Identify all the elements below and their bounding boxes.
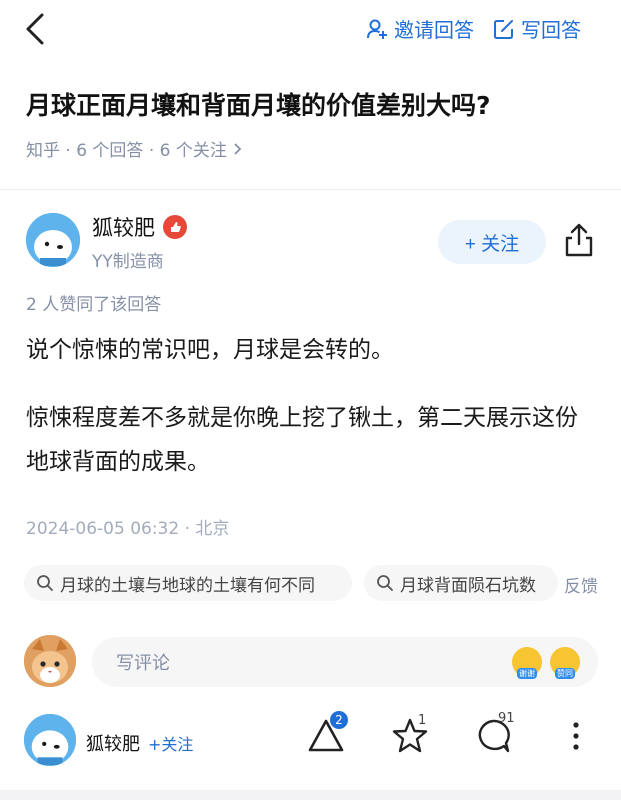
answer-paragraph: 说个惊悚的常识吧，月球是会转的。 <box>26 337 394 363</box>
write-answer-label: 写回答 <box>521 18 581 42</box>
back-arrow-icon[interactable] <box>22 12 48 46</box>
chip-label: 月球的土壤与地球的土壤有何不同 <box>60 575 315 596</box>
favorite-count: 1 <box>418 713 427 728</box>
related-search-chip[interactable]: 月球背面陨石坑数 <box>364 565 558 601</box>
upvote-count-badge: 2 <box>330 711 348 729</box>
related-search-chip[interactable]: 月球的土壤与地球的土壤有何不同 <box>24 565 352 601</box>
follow-button[interactable]: + 关注 <box>438 220 546 264</box>
likes-summary: 2 人赞同了该回答 <box>26 295 162 315</box>
current-user-avatar[interactable] <box>24 635 76 687</box>
invite-user-icon <box>367 19 387 39</box>
author-headline: YY制造商 <box>92 252 164 272</box>
author-name-row[interactable]: 狐较肥 <box>92 212 187 242</box>
agree-emoji-icon[interactable]: 赞同 <box>550 647 580 679</box>
section-divider <box>0 189 621 190</box>
bottom-author-row: 狐较肥 +关注 <box>86 730 193 756</box>
emoji-tag: 谢谢 <box>517 668 537 679</box>
bottom-author-name[interactable]: 狐较肥 <box>86 730 140 756</box>
invite-answer-label: 邀请回答 <box>394 18 474 42</box>
comment-count: 91 <box>498 711 515 726</box>
cat-avatar-image <box>24 635 76 687</box>
invite-answer-button[interactable]: 邀请回答 <box>366 14 474 43</box>
edit-icon <box>494 19 513 39</box>
avatar-illustration <box>24 714 76 766</box>
author-name: 狐较肥 <box>92 216 155 240</box>
author-avatar[interactable] <box>26 213 80 267</box>
more-options-icon[interactable] <box>556 716 596 756</box>
thanks-emoji-icon[interactable]: 谢谢 <box>512 647 542 679</box>
feedback-link[interactable]: 反馈 <box>564 572 598 597</box>
chevron-right-icon <box>234 142 242 155</box>
write-answer-button[interactable]: 写回答 <box>493 14 581 43</box>
emoji-tag: 赞同 <box>555 668 575 679</box>
answer-timestamp: 2024-06-05 06:32 · 北京 <box>26 519 230 539</box>
avatar-illustration <box>26 213 80 267</box>
question-title[interactable]: 月球正面月壤和背面月壤的价值差别大吗? <box>26 86 491 122</box>
share-icon[interactable] <box>563 222 595 258</box>
bottom-safe-area <box>0 790 621 800</box>
answer-paragraph: 惊悚程度差不多就是你晚上挖了锹土，第二天展示这份地球背面的成果。 <box>26 405 578 475</box>
comment-placeholder: 写评论 <box>116 653 170 674</box>
question-meta-text: 知乎 · 6 个回答 · 6 个关注 <box>26 141 227 161</box>
question-meta[interactable]: 知乎 · 6 个回答 · 6 个关注 <box>26 136 243 161</box>
search-icon <box>37 575 53 591</box>
bottom-author-avatar[interactable] <box>24 714 76 766</box>
chip-label: 月球背面陨石坑数 <box>400 575 536 596</box>
search-icon <box>377 575 393 591</box>
bottom-follow-button[interactable]: +关注 <box>148 731 193 755</box>
verified-badge-icon <box>163 215 187 239</box>
